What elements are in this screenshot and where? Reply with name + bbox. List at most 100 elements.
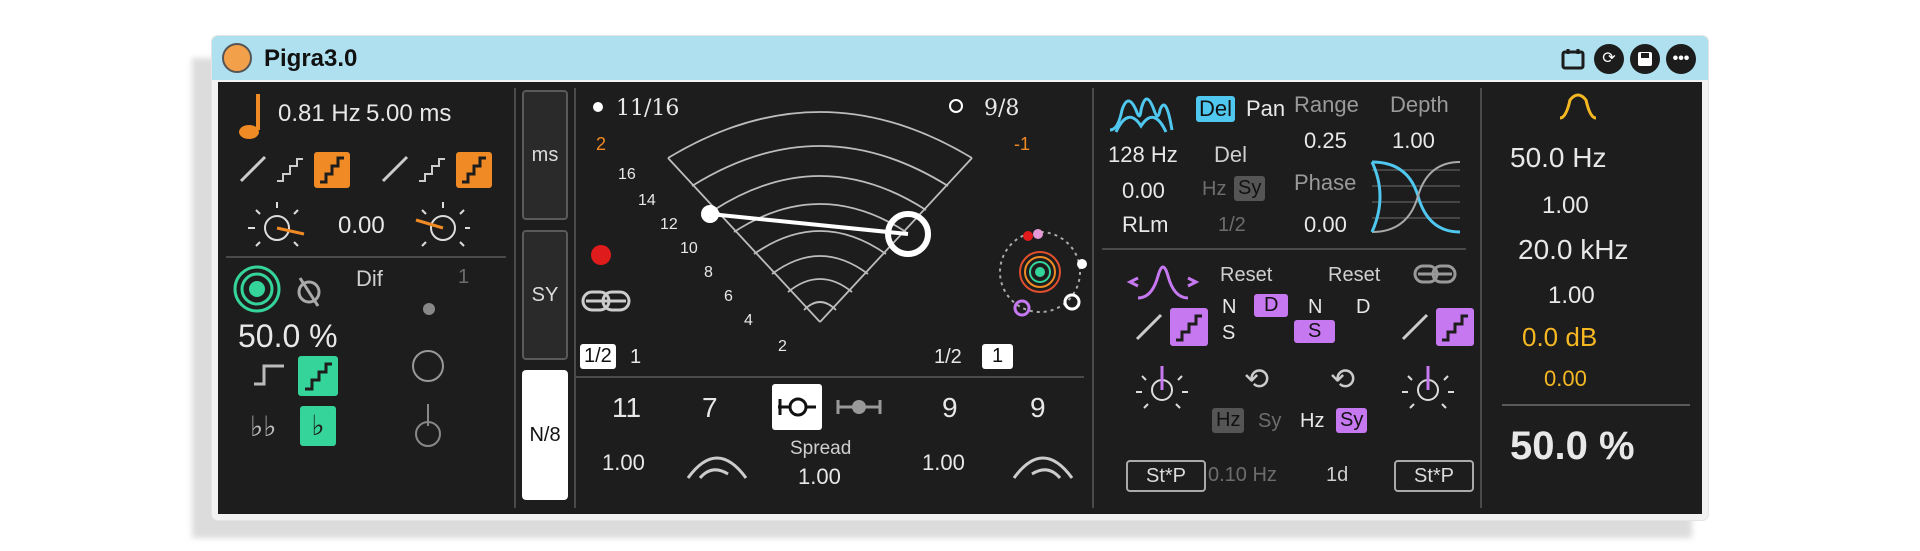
sep-4: [1480, 88, 1482, 508]
sy-toggle-gray[interactable]: Sy: [1234, 176, 1266, 201]
sy-mode-button[interactable]: SY: [522, 230, 568, 360]
ramp-icon[interactable]: [238, 154, 268, 189]
steps-icon-2[interactable]: [416, 154, 446, 189]
record-dot[interactable]: [590, 244, 612, 271]
reset-button-1[interactable]: Reset: [1220, 264, 1272, 287]
d-toggle-2[interactable]: D: [1356, 296, 1370, 319]
target-icon[interactable]: [232, 264, 282, 319]
ramp-icon-3[interactable]: [1134, 312, 1164, 347]
spread-peak-icon[interactable]: [1126, 256, 1200, 307]
note-icon[interactable]: [236, 92, 264, 145]
link-icon-2[interactable]: [1412, 262, 1458, 291]
filter-q-1[interactable]: 1.00: [1542, 192, 1589, 220]
del-toggle[interactable]: Del: [1196, 96, 1236, 122]
lower-knob-icon[interactable]: [412, 402, 444, 453]
reset-button-2[interactable]: Reset: [1328, 264, 1380, 287]
range-value[interactable]: 0.25: [1304, 128, 1347, 154]
steps-toggle-green[interactable]: [298, 356, 338, 396]
value-9b[interactable]: 9: [1030, 392, 1046, 424]
width-percent[interactable]: 50.0 %: [238, 318, 338, 355]
crossfade-graph[interactable]: [1368, 156, 1462, 243]
value-9a[interactable]: 9: [942, 392, 958, 424]
flat-toggle-green[interactable]: ♭: [300, 406, 336, 446]
right-half[interactable]: 1/2: [934, 346, 962, 369]
random-steps-toggle[interactable]: [314, 152, 350, 188]
right-one-box[interactable]: 1: [982, 344, 1014, 369]
filter-freq-1[interactable]: 50.0 Hz: [1510, 142, 1607, 174]
dry-wet-percent[interactable]: 50.0 %: [1510, 424, 1635, 469]
right-curve-icon[interactable]: [1010, 444, 1076, 489]
dif-label: Dif: [356, 266, 383, 291]
filter-gain-2[interactable]: 0.00: [1544, 366, 1587, 392]
mod-knob-left[interactable]: [1132, 358, 1192, 419]
retrigger-icon-2[interactable]: ⟲: [1330, 362, 1355, 397]
right-amount[interactable]: 1.00: [922, 450, 965, 476]
stp-button-2[interactable]: St*P: [1394, 460, 1474, 492]
multi-peak-icon[interactable]: [1106, 86, 1176, 141]
refresh-icon[interactable]: ⟳: [1594, 44, 1624, 74]
rate-ms[interactable]: 5.00 ms: [366, 100, 451, 128]
steps-icon[interactable]: [274, 154, 304, 189]
rate-hz[interactable]: 0.81 Hz: [278, 100, 361, 128]
range-label: Range: [1294, 92, 1359, 117]
phase-knob-left[interactable]: [242, 196, 312, 261]
mod-value[interactable]: 0.00: [1122, 178, 1165, 204]
bandpass-icon[interactable]: [1556, 88, 1600, 127]
calendar-icon[interactable]: [1558, 44, 1588, 74]
n8-mode-button[interactable]: N/8: [522, 370, 568, 500]
stereo-link-button[interactable]: [772, 384, 822, 430]
d-toggle-1[interactable]: D: [1254, 294, 1289, 317]
random-steps-toggle-2[interactable]: [456, 152, 492, 188]
depth-value[interactable]: 1.00: [1392, 128, 1435, 154]
n-toggle-2[interactable]: N: [1308, 296, 1322, 319]
steps-toggle-purple-1[interactable]: [1170, 308, 1208, 346]
hz-toggle-dim[interactable]: Hz: [1202, 178, 1226, 201]
mod-frequency[interactable]: 128 Hz: [1108, 142, 1178, 168]
orbit-display[interactable]: [992, 224, 1092, 329]
rlm-label[interactable]: RLm: [1122, 212, 1168, 238]
dif-value[interactable]: 1: [458, 266, 469, 289]
left-curve-icon[interactable]: [684, 444, 750, 489]
filter-q-2[interactable]: 1.00: [1548, 282, 1595, 310]
retrigger-icon-1[interactable]: ⟲: [1244, 362, 1269, 397]
balance-icon[interactable]: [834, 392, 884, 427]
stp-button-1[interactable]: St*P: [1126, 460, 1206, 492]
phase-value[interactable]: 0.00: [1304, 212, 1347, 238]
value-11[interactable]: 11: [612, 392, 641, 424]
phase-offset[interactable]: 0.00: [338, 212, 385, 240]
mod-rate-2[interactable]: 1d: [1326, 464, 1348, 487]
more-icon[interactable]: •••: [1666, 44, 1696, 74]
circle-toggle[interactable]: [410, 348, 446, 389]
pan-toggle[interactable]: Pan: [1246, 96, 1285, 122]
hz-toggle-1[interactable]: Hz: [1212, 408, 1245, 433]
mod-half[interactable]: 1/2: [1218, 214, 1246, 237]
filter-freq-2[interactable]: 20.0 kHz: [1518, 234, 1629, 266]
link-icon[interactable]: [580, 288, 632, 319]
spread-value[interactable]: 1.00: [798, 464, 841, 490]
double-flat-icon[interactable]: ♭♭: [250, 410, 276, 443]
s-toggle-2[interactable]: S: [1294, 320, 1336, 343]
mod-knob-right[interactable]: [1398, 358, 1458, 419]
left-one[interactable]: 1: [630, 346, 641, 369]
phase-invert-icon[interactable]: [294, 274, 324, 313]
device-power-button[interactable]: [222, 43, 252, 73]
value-7[interactable]: 7: [702, 392, 718, 424]
filter-gain[interactable]: 0.0 dB: [1522, 322, 1597, 353]
sy-toggle-2[interactable]: Sy: [1336, 408, 1368, 433]
hz-toggle-2[interactable]: Hz: [1300, 410, 1324, 433]
filter-divider: [1502, 404, 1690, 406]
sy-toggle-1[interactable]: Sy: [1258, 410, 1281, 433]
save-icon[interactable]: [1630, 44, 1660, 74]
mod-rate-1[interactable]: 0.10 Hz: [1208, 464, 1277, 487]
sep-1: [514, 88, 516, 508]
left-amount[interactable]: 1.00: [602, 450, 645, 476]
ramp-icon-4[interactable]: [1400, 312, 1430, 347]
ramp-icon-2[interactable]: [380, 154, 410, 189]
steps-toggle-purple-2[interactable]: [1436, 308, 1474, 346]
left-half-box[interactable]: 1/2: [580, 344, 616, 369]
s-toggle-1[interactable]: S: [1222, 322, 1235, 345]
ms-mode-button[interactable]: ms: [522, 90, 568, 220]
gate-icon[interactable]: [252, 358, 286, 397]
phase-knob-right[interactable]: [408, 196, 478, 261]
n-toggle-1[interactable]: N: [1222, 296, 1236, 319]
